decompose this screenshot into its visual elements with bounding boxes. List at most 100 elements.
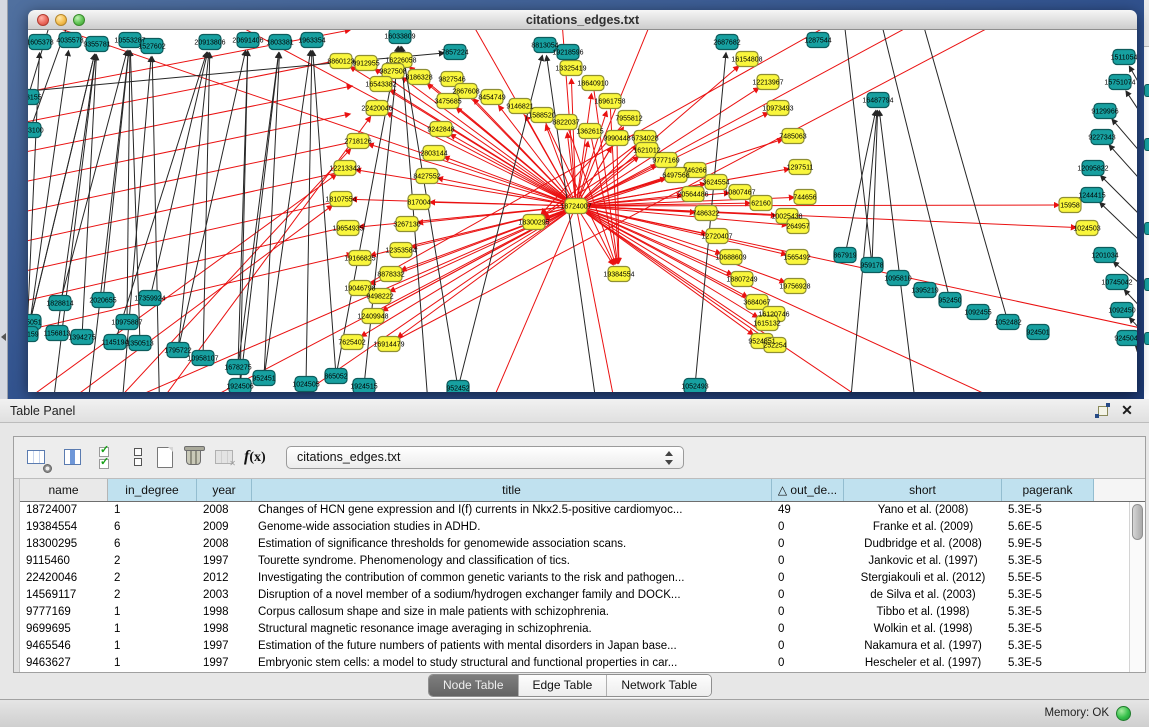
cell-in_degree[interactable]: 2 — [108, 570, 197, 587]
column-header-short[interactable]: short — [844, 479, 1002, 501]
cell-title[interactable]: Estimation of significance thresholds fo… — [252, 536, 772, 553]
citation-edge-red[interactable] — [90, 149, 351, 392]
cell-year[interactable]: 1998 — [197, 604, 252, 621]
cell-out_degree[interactable]: 0 — [772, 519, 844, 536]
cell-out_degree[interactable]: 0 — [772, 655, 844, 672]
citation-edge-black[interactable] — [1129, 67, 1137, 120]
table-selector-dropdown[interactable]: citations_edges.txt — [286, 446, 684, 469]
cell-pagerank[interactable]: 5.6E-5 — [1002, 519, 1094, 536]
citation-edge-black[interactable] — [306, 51, 312, 384]
function-builder-button[interactable]: f(x) — [244, 445, 270, 471]
row-select-button[interactable] — [96, 445, 122, 471]
cell-short[interactable]: Franke et al. (2009) — [844, 519, 1002, 536]
citation-edge-red[interactable] — [28, 226, 350, 310]
table-row[interactable]: 969969511998Structural magnetic resonanc… — [14, 621, 1130, 638]
window-titlebar[interactable]: citations_edges.txt — [28, 10, 1137, 30]
cell-year[interactable]: 2003 — [197, 587, 252, 604]
cell-year[interactable]: 2012 — [197, 570, 252, 587]
table-row[interactable]: 1456911722003Disruption of a novel membe… — [14, 587, 1130, 604]
column-header-name[interactable]: name — [20, 479, 108, 501]
cell-in_degree[interactable]: 1 — [108, 655, 197, 672]
float-panel-button[interactable] — [1096, 404, 1109, 417]
citation-edge-black[interactable] — [264, 51, 310, 378]
table-row[interactable]: 911546021997Tourette syndrome. Phenomeno… — [14, 553, 1130, 570]
citation-edge-black[interactable] — [547, 56, 600, 392]
cell-pagerank[interactable]: 5.3E-5 — [1002, 502, 1094, 519]
cell-title[interactable]: Changes of HCN gene expression and I(f) … — [252, 502, 772, 519]
citation-edge-black[interactable] — [840, 30, 872, 265]
cell-name[interactable]: 9699695 — [20, 621, 108, 638]
citation-edge-red[interactable] — [412, 206, 576, 247]
table-options-button[interactable] — [24, 445, 50, 471]
cell-name[interactable]: 9115460 — [20, 553, 108, 570]
citation-edge-red[interactable] — [28, 114, 350, 190]
cell-pagerank[interactable]: 5.3E-5 — [1002, 621, 1094, 638]
citation-edge-black[interactable] — [1101, 176, 1137, 235]
cell-year[interactable]: 2008 — [197, 502, 252, 519]
citation-edge-black[interactable] — [879, 111, 918, 392]
cell-title[interactable]: Embryonic stem cells: a model to study s… — [252, 655, 772, 672]
cell-year[interactable]: 2008 — [197, 536, 252, 553]
citation-edge-black[interactable] — [1109, 145, 1137, 205]
column-header-out_degree[interactable]: △ out_de... — [772, 479, 844, 501]
network-graph[interactable]: 1872400718300295193845548860123991295516… — [28, 30, 1137, 392]
cell-in_degree[interactable]: 2 — [108, 587, 197, 604]
citation-edge-red[interactable] — [28, 30, 576, 206]
cell-short[interactable]: Jankovic et al. (1997) — [844, 553, 1002, 570]
table-row[interactable]: 977716911998Corpus callosum shape and si… — [14, 604, 1130, 621]
cell-pagerank[interactable]: 5.3E-5 — [1002, 655, 1094, 672]
table-row[interactable]: 1872400712008Changes of HCN gene express… — [14, 502, 1130, 519]
cell-name[interactable]: 18724007 — [20, 502, 108, 519]
cell-in_degree[interactable]: 1 — [108, 604, 197, 621]
cell-name[interactable]: 22420046 — [20, 570, 108, 587]
cell-year[interactable]: 1997 — [197, 638, 252, 655]
cell-pagerank[interactable]: 5.3E-5 — [1002, 587, 1094, 604]
cell-year[interactable]: 1997 — [197, 655, 252, 672]
table-row[interactable]: 1830029562008Estimation of significance … — [14, 536, 1130, 553]
cell-name[interactable]: 9777169 — [20, 604, 108, 621]
column-header-pagerank[interactable]: pagerank — [1002, 479, 1094, 501]
table-row[interactable]: 2242004622012Investigating the contribut… — [14, 570, 1130, 587]
cell-title[interactable]: Estimation of the future numbers of pati… — [252, 638, 772, 655]
cell-short[interactable]: Tibbo et al. (1998) — [844, 604, 1002, 621]
cell-out_degree[interactable]: 0 — [772, 638, 844, 655]
cell-name[interactable]: 18300295 — [20, 536, 108, 553]
cell-short[interactable]: de Silva et al. (2003) — [844, 587, 1002, 604]
cell-short[interactable]: Hescheler et al. (1997) — [844, 655, 1002, 672]
cell-year[interactable]: 1997 — [197, 553, 252, 570]
collapse-arrow-icon[interactable] — [1, 333, 6, 341]
cell-pagerank[interactable]: 5.3E-5 — [1002, 604, 1094, 621]
tab-node-table[interactable]: Node Table — [429, 675, 519, 696]
citation-edge-red[interactable] — [200, 30, 576, 206]
citation-edge-black[interactable] — [60, 51, 127, 303]
cell-in_degree[interactable]: 1 — [108, 621, 197, 638]
scrollbar-thumb[interactable] — [1132, 504, 1143, 540]
cell-out_degree[interactable]: 0 — [772, 621, 844, 638]
cell-in_degree[interactable]: 6 — [108, 536, 197, 553]
citation-edge-red[interactable] — [576, 206, 900, 392]
citation-edge-black[interactable] — [103, 51, 129, 300]
table-scrollbar[interactable] — [1129, 502, 1145, 672]
citation-edge-black[interactable] — [1112, 119, 1137, 175]
cell-name[interactable]: 9463627 — [20, 655, 108, 672]
cell-title[interactable]: Investigating the contribution of common… — [252, 570, 772, 587]
cell-name[interactable]: 19384554 — [20, 519, 108, 536]
column-header-title[interactable]: title — [252, 479, 772, 501]
cell-pagerank[interactable]: 5.3E-5 — [1002, 553, 1094, 570]
cell-title[interactable]: Structural magnetic resonance image aver… — [252, 621, 772, 638]
new-document-button[interactable] — [152, 445, 178, 471]
tab-edge-table[interactable]: Edge Table — [519, 675, 608, 696]
citation-edge-black[interactable] — [912, 30, 1008, 322]
cell-out_degree[interactable]: 0 — [772, 553, 844, 570]
cell-title[interactable]: Genome-wide association studies in ADHD. — [252, 519, 772, 536]
cell-out_degree[interactable]: 49 — [772, 502, 844, 519]
cell-in_degree[interactable]: 6 — [108, 519, 197, 536]
cell-short[interactable]: Dudbridge et al. (2008) — [844, 536, 1002, 553]
citation-edge-black[interactable] — [127, 51, 130, 322]
cell-short[interactable]: Yano et al. (2008) — [844, 502, 1002, 519]
close-panel-button[interactable]: ✕ — [1119, 402, 1135, 418]
column-header-in_degree[interactable]: in_degree — [108, 479, 197, 501]
cell-title[interactable]: Tourette syndrome. Phenomenology and cla… — [252, 553, 772, 570]
cell-out_degree[interactable]: 0 — [772, 604, 844, 621]
table-row[interactable]: 1938455462009Genome-wide association stu… — [14, 519, 1130, 536]
